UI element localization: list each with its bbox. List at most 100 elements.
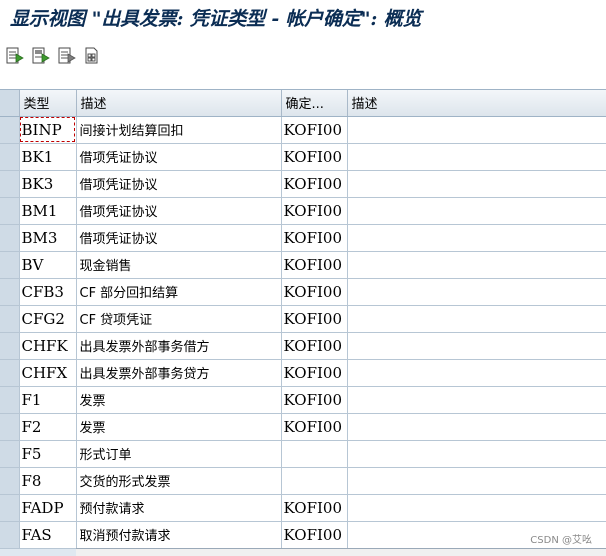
table-row[interactable]: BINP 间接计划结算回扣 KOFI00 xyxy=(0,116,606,144)
cell-account-description[interactable] xyxy=(347,413,606,441)
cell-account-description[interactable] xyxy=(347,197,606,225)
cell-description[interactable]: 发票 xyxy=(76,386,282,414)
cell-account-description[interactable] xyxy=(347,251,606,279)
table-row[interactable]: F2 发票 KOFI00 xyxy=(0,413,606,441)
row-selector[interactable] xyxy=(0,440,20,468)
cell-type[interactable]: BK1 xyxy=(19,143,77,171)
table-row[interactable]: F8 交货的形式发票 xyxy=(0,467,606,495)
cell-account-determination[interactable]: KOFI00 xyxy=(281,143,348,171)
cell-type[interactable]: BM3 xyxy=(19,224,77,252)
cell-account-determination[interactable]: KOFI00 xyxy=(281,413,348,441)
row-selector[interactable] xyxy=(0,359,20,387)
cell-description[interactable]: 现金销售 xyxy=(76,251,282,279)
cell-type[interactable]: FAS xyxy=(19,521,77,549)
row-selector[interactable] xyxy=(0,197,20,225)
cell-account-description[interactable] xyxy=(347,386,606,414)
cell-account-determination[interactable]: KOFI00 xyxy=(281,197,348,225)
cell-account-determination[interactable]: KOFI00 xyxy=(281,170,348,198)
table-row[interactable]: BK3 借项凭证协议 KOFI00 xyxy=(0,170,606,198)
table-row[interactable]: F5 形式订单 xyxy=(0,440,606,468)
cell-type[interactable]: BM1 xyxy=(19,197,77,225)
cell-type[interactable]: F1 xyxy=(19,386,77,414)
cell-type[interactable]: CFB3 xyxy=(19,278,77,306)
cell-type[interactable]: CFG2 xyxy=(19,305,77,333)
table-row[interactable]: CFB3 CF 部分回扣结算 KOFI00 xyxy=(0,278,606,306)
column-header-account-description[interactable]: 描述 xyxy=(347,90,606,117)
horizontal-scrollbar[interactable] xyxy=(76,548,606,556)
cell-type[interactable]: BINP xyxy=(19,116,77,144)
cell-account-description[interactable] xyxy=(347,359,606,387)
cell-description[interactable]: 预付款请求 xyxy=(76,494,282,522)
column-header-description[interactable]: 描述 xyxy=(76,90,282,117)
row-selector[interactable] xyxy=(0,413,20,441)
cell-description[interactable]: CF 部分回扣结算 xyxy=(76,278,282,306)
table-row[interactable]: F1 发票 KOFI00 xyxy=(0,386,606,414)
row-selector[interactable] xyxy=(0,278,20,306)
delimit-button[interactable] xyxy=(56,45,78,67)
cell-account-determination[interactable]: KOFI00 xyxy=(281,494,348,522)
cell-account-determination[interactable]: KOFI00 xyxy=(281,521,348,549)
cell-description[interactable]: 借项凭证协议 xyxy=(76,143,282,171)
row-selector[interactable] xyxy=(0,305,20,333)
cell-description[interactable]: 间接计划结算回扣 xyxy=(76,116,282,144)
cell-account-description[interactable] xyxy=(347,494,606,522)
cell-account-description[interactable] xyxy=(347,170,606,198)
cell-account-determination[interactable]: KOFI00 xyxy=(281,278,348,306)
row-selector[interactable] xyxy=(0,116,20,144)
table-row[interactable]: FAS 取消预付款请求 KOFI00 xyxy=(0,521,606,549)
table-row[interactable]: BK1 借项凭证协议 KOFI00 xyxy=(0,143,606,171)
cell-description[interactable]: 出具发票外部事务借方 xyxy=(76,332,282,360)
cell-account-determination[interactable] xyxy=(281,467,348,495)
cell-type[interactable]: BK3 xyxy=(19,170,77,198)
details-button[interactable] xyxy=(4,45,26,67)
cell-type[interactable]: BV xyxy=(19,251,77,279)
row-selector[interactable] xyxy=(0,386,20,414)
column-header-account-determination[interactable]: 确定... xyxy=(281,90,348,117)
row-selector[interactable] xyxy=(0,467,20,495)
table-row[interactable]: BM1 借项凭证协议 KOFI00 xyxy=(0,197,606,225)
cell-account-description[interactable] xyxy=(347,305,606,333)
cell-type[interactable]: F5 xyxy=(19,440,77,468)
table-row[interactable]: CFG2 CF 贷项凭证 KOFI00 xyxy=(0,305,606,333)
cell-account-determination[interactable]: KOFI00 xyxy=(281,386,348,414)
cell-account-description[interactable] xyxy=(347,143,606,171)
cell-type[interactable]: F2 xyxy=(19,413,77,441)
column-header-type[interactable]: 类型 xyxy=(19,90,77,117)
cell-account-determination[interactable]: KOFI00 xyxy=(281,332,348,360)
cell-type[interactable]: CHFX xyxy=(19,359,77,387)
cell-account-determination[interactable]: KOFI00 xyxy=(281,305,348,333)
cell-account-determination[interactable]: KOFI00 xyxy=(281,116,348,144)
cell-account-determination[interactable] xyxy=(281,440,348,468)
row-selector[interactable] xyxy=(0,170,20,198)
cell-description[interactable]: 取消预付款请求 xyxy=(76,521,282,549)
cell-account-description[interactable] xyxy=(347,116,606,144)
cell-description[interactable]: 借项凭证协议 xyxy=(76,197,282,225)
cell-account-determination[interactable]: KOFI00 xyxy=(281,359,348,387)
cell-description[interactable]: 借项凭证协议 xyxy=(76,170,282,198)
cell-description[interactable]: 借项凭证协议 xyxy=(76,224,282,252)
copy-button[interactable] xyxy=(30,45,52,67)
row-selector[interactable] xyxy=(0,494,20,522)
cell-description[interactable]: 形式订单 xyxy=(76,440,282,468)
table-row[interactable]: BV 现金销售 KOFI00 xyxy=(0,251,606,279)
table-row[interactable]: BM3 借项凭证协议 KOFI00 xyxy=(0,224,606,252)
table-row[interactable]: FADP 预付款请求 KOFI00 xyxy=(0,494,606,522)
row-selector[interactable] xyxy=(0,521,20,549)
row-selector[interactable] xyxy=(0,143,20,171)
cell-account-description[interactable] xyxy=(347,278,606,306)
cell-type[interactable]: FADP xyxy=(19,494,77,522)
cell-description[interactable]: 交货的形式发票 xyxy=(76,467,282,495)
cell-type[interactable]: F8 xyxy=(19,467,77,495)
row-selector[interactable] xyxy=(0,224,20,252)
table-row[interactable]: CHFK 出具发票外部事务借方 KOFI00 xyxy=(0,332,606,360)
cell-account-description[interactable] xyxy=(347,467,606,495)
cell-type[interactable]: CHFK xyxy=(19,332,77,360)
row-selector[interactable] xyxy=(0,332,20,360)
select-all-rows-button[interactable] xyxy=(0,90,20,117)
cell-account-determination[interactable]: KOFI00 xyxy=(281,251,348,279)
cell-description[interactable]: 出具发票外部事务贷方 xyxy=(76,359,282,387)
row-selector[interactable] xyxy=(0,251,20,279)
cell-account-description[interactable] xyxy=(347,440,606,468)
cell-description[interactable]: 发票 xyxy=(76,413,282,441)
table-row[interactable]: CHFX 出具发票外部事务贷方 KOFI00 xyxy=(0,359,606,387)
